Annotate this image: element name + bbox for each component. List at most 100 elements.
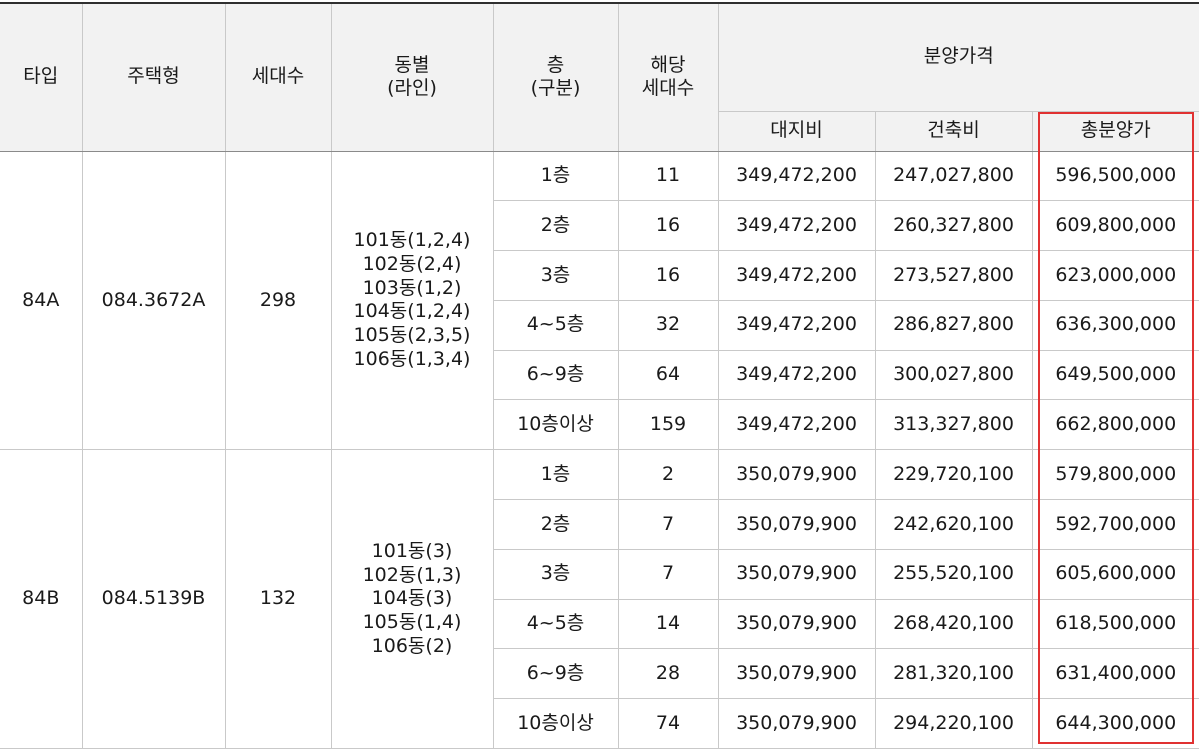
units-cell: 132	[224, 449, 332, 749]
land-price-cell: 350,079,900	[717, 598, 876, 650]
header-units: 세대수	[224, 2, 332, 152]
building-line-item: 101동(3)	[371, 539, 453, 562]
units-cell: 298	[224, 150, 332, 451]
floor-units-cell: 32	[617, 299, 719, 351]
total-price-cell: 618,500,000	[1031, 598, 1199, 650]
total-price-cell: 592,700,000	[1031, 499, 1199, 550]
construction-price-cell: 286,827,800	[874, 299, 1033, 351]
floor-cell: 6~9층	[493, 648, 619, 700]
construction-price-cell: 273,527,800	[874, 250, 1033, 301]
building-line-item: 106동(2)	[371, 634, 453, 657]
floor-cell: 1층	[492, 449, 619, 501]
building-line-item: 101동(1,2,4)	[353, 229, 471, 252]
floor-units-cell: 16	[617, 200, 719, 252]
floor-cell: 6~9층	[493, 349, 619, 401]
header-row-top: 타입 주택형 세대수 동별 (라인) 층 (구분) 해당 세대수 분양가격	[0, 2, 1199, 152]
total-price-cell: 623,000,000	[1031, 250, 1199, 301]
floor-units-cell: 2	[617, 449, 719, 501]
price-table-container: 타입 주택형 세대수 동별 (라인) 층 (구분) 해당 세대수 분양가격 대지	[0, 2, 1199, 749]
header-land: 대지비	[718, 110, 876, 152]
header-building-line-1: 동별	[394, 53, 430, 76]
floor-cell: 2층	[493, 200, 619, 252]
building-line-item: 104동(1,2,4)	[353, 300, 471, 323]
floor-units-cell: 74	[617, 698, 719, 749]
floor-cell: 1층	[492, 150, 619, 202]
land-price-cell: 349,472,200	[717, 200, 876, 252]
construction-price-cell: 281,320,100	[874, 648, 1033, 700]
floor-units-cell: 16	[617, 250, 719, 301]
construction-price-cell: 229,720,100	[874, 449, 1033, 501]
building-line-item: 105동(2,3,5)	[353, 324, 471, 347]
header-building-line: 동별 (라인)	[330, 2, 494, 152]
land-price-cell: 350,079,900	[717, 499, 876, 550]
land-price-cell: 350,079,900	[717, 648, 876, 700]
header-building-line-2: (라인)	[387, 77, 437, 100]
building-line-item: 105동(1,4)	[362, 611, 462, 634]
header-floor-units: 해당 세대수	[617, 2, 719, 152]
model-cell: 084.5139B	[81, 449, 226, 749]
type-cell: 84B	[0, 449, 83, 749]
floor-cell: 4~5층	[493, 598, 619, 650]
type-cell: 84A	[0, 150, 83, 451]
table-row: 84B 084.5139B 132 101동(3) 102동(1,3) 104동(3) 10…	[0, 449, 1199, 749]
construction-price-cell: 242,620,100	[874, 499, 1033, 550]
land-price-cell: 349,472,200	[717, 349, 876, 401]
price-table: 타입 주택형 세대수 동별 (라인) 층 (구분) 해당 세대수 분양가격 대지	[0, 2, 1199, 749]
building-line-item: 104동(3)	[371, 587, 453, 610]
floor-units-cell: 159	[617, 399, 719, 451]
construction-price-cell: 300,027,800	[874, 349, 1033, 401]
floor-cell: 3층	[493, 548, 619, 600]
header-floor-2: (구분)	[530, 77, 581, 100]
building-line-item: 103동(1,2)	[362, 276, 462, 299]
floor-cell: 4~5층	[493, 299, 619, 351]
building-line-item: 102동(2,4)	[362, 252, 462, 275]
header-floor: 층 (구분)	[492, 2, 619, 152]
table-body: 84A 084.3672A 298 101동(1,2,4) 102동(2,4) 103동(…	[0, 150, 1199, 749]
floor-cell: 3층	[493, 250, 619, 301]
building-line-item: 102동(1,3)	[362, 563, 462, 586]
land-price-cell: 349,472,200	[717, 150, 876, 202]
land-price-cell: 350,079,900	[717, 449, 876, 501]
floor-units-cell: 7	[617, 499, 719, 550]
total-price-cell: 631,400,000	[1031, 648, 1199, 700]
building-line-cell: 101동(1,2,4) 102동(2,4) 103동(1,2) 104동(1,2,4)…	[330, 150, 494, 451]
header-total: 총분양가	[1031, 110, 1199, 152]
floor-units-cell: 64	[617, 349, 719, 401]
floor-cell: 2층	[493, 499, 619, 550]
building-line-cell: 101동(3) 102동(1,3) 104동(3) 105동(1,4) 106동(2)	[330, 449, 494, 749]
floor-units-cell: 7	[617, 548, 719, 600]
header-type: 타입	[0, 2, 83, 152]
land-price-cell: 350,079,900	[717, 548, 876, 600]
building-line-item: 106동(1,3,4)	[353, 347, 471, 370]
total-price-cell: 662,800,000	[1031, 399, 1199, 451]
header-floor-units-1: 해당	[650, 53, 686, 76]
total-price-cell: 636,300,000	[1031, 299, 1199, 351]
construction-price-cell: 247,027,800	[874, 150, 1033, 202]
total-price-cell: 649,500,000	[1031, 349, 1199, 401]
construction-price-cell: 268,420,100	[874, 598, 1033, 650]
floor-cell: 10층이상	[493, 698, 619, 749]
construction-price-cell: 255,520,100	[874, 548, 1033, 600]
header-floor-units-2: 세대수	[641, 77, 695, 100]
total-price-cell: 596,500,000	[1031, 150, 1199, 202]
total-price-cell: 605,600,000	[1031, 548, 1199, 600]
floor-cell: 10층이상	[493, 399, 619, 451]
construction-price-cell: 294,220,100	[874, 698, 1033, 749]
table-row: 84A 084.3672A 298 101동(1,2,4) 102동(2,4) 103동(…	[0, 150, 1199, 451]
total-price-cell: 609,800,000	[1031, 200, 1199, 252]
land-price-cell: 350,079,900	[717, 698, 876, 749]
header-model: 주택형	[81, 2, 226, 152]
construction-price-cell: 313,327,800	[874, 399, 1033, 451]
land-price-cell: 349,472,200	[717, 250, 876, 301]
model-cell: 084.3672A	[81, 150, 226, 451]
header-price: 분양가격	[717, 2, 1199, 112]
header-floor-1: 층	[546, 53, 565, 76]
construction-price-cell: 260,327,800	[874, 200, 1033, 252]
floor-units-cell: 14	[617, 598, 719, 650]
floor-units-cell: 28	[617, 648, 719, 700]
total-price-cell: 579,800,000	[1031, 449, 1199, 501]
header-construction: 건축비	[874, 110, 1033, 152]
land-price-cell: 349,472,200	[717, 399, 876, 451]
land-price-cell: 349,472,200	[717, 299, 876, 351]
floor-units-cell: 11	[617, 150, 719, 202]
